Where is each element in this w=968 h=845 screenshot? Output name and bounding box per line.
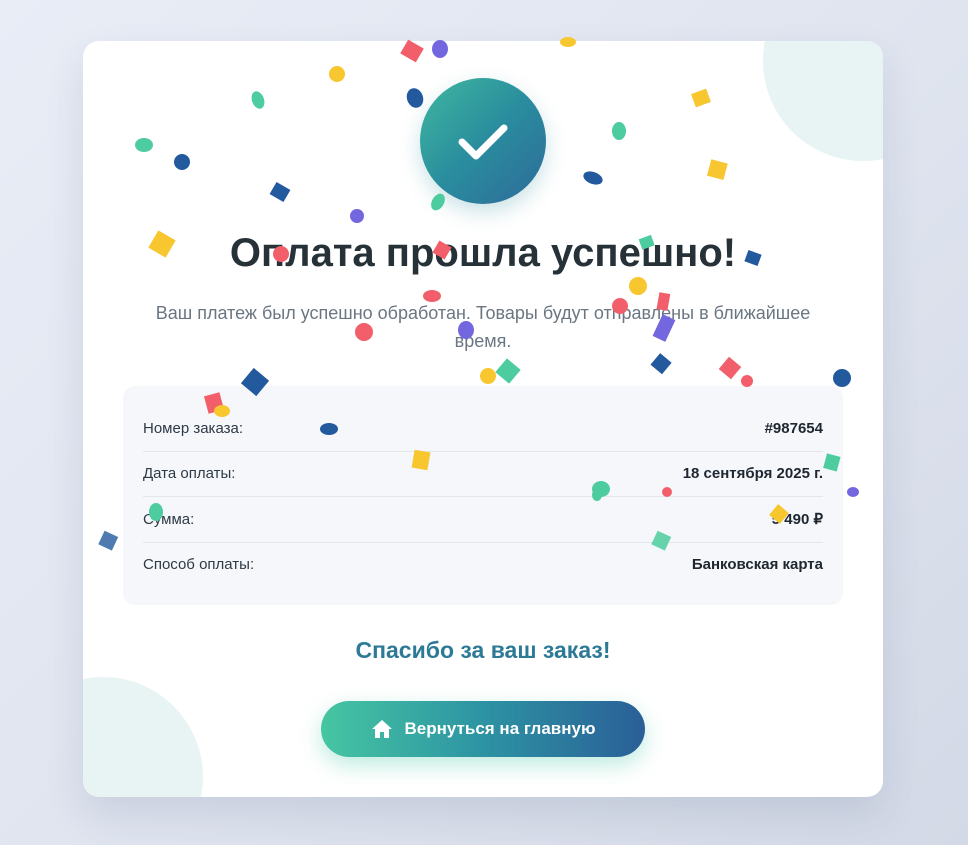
order-details: Номер заказа: #987654 Дата оплаты: 18 се… [123,386,843,605]
decorative-circle-bottom-left [83,677,203,797]
success-message: Ваш платеж был успешно обработан. Товары… [155,303,811,351]
payment-success-card: Оплата прошла успешно! Ваш платеж был ус… [83,41,883,797]
detail-row-order-number: Номер заказа: #987654 [143,406,823,452]
detail-value: 18 сентября 2025 г. [682,465,823,483]
detail-row-payment-method: Способ оплаты: Банковская карта [143,543,823,588]
return-home-button[interactable]: Вернуться на главную [321,701,645,757]
detail-row-payment-date: Дата оплаты: 18 сентября 2025 г. [143,452,823,497]
detail-value: #987654 [764,419,823,437]
detail-label: Способ оплаты: [143,556,255,574]
return-home-label: Вернуться на главную [404,719,596,738]
thank-you-message: Спасибо за ваш заказ! [355,637,611,663]
detail-value: Банковская карта [691,556,823,574]
decorative-circle-top-right [763,41,883,161]
home-icon [371,719,393,739]
detail-label: Дата оплаты: [143,465,236,483]
detail-label: Номер заказа: [143,419,244,437]
detail-value: 5 490 ₽ [771,511,823,529]
detail-label: Сумма: [143,510,195,528]
page-title: Оплата прошла успешно! [229,231,737,275]
checkmark-icon [420,78,546,204]
detail-row-amount: Сумма: 5 490 ₽ [143,497,823,543]
